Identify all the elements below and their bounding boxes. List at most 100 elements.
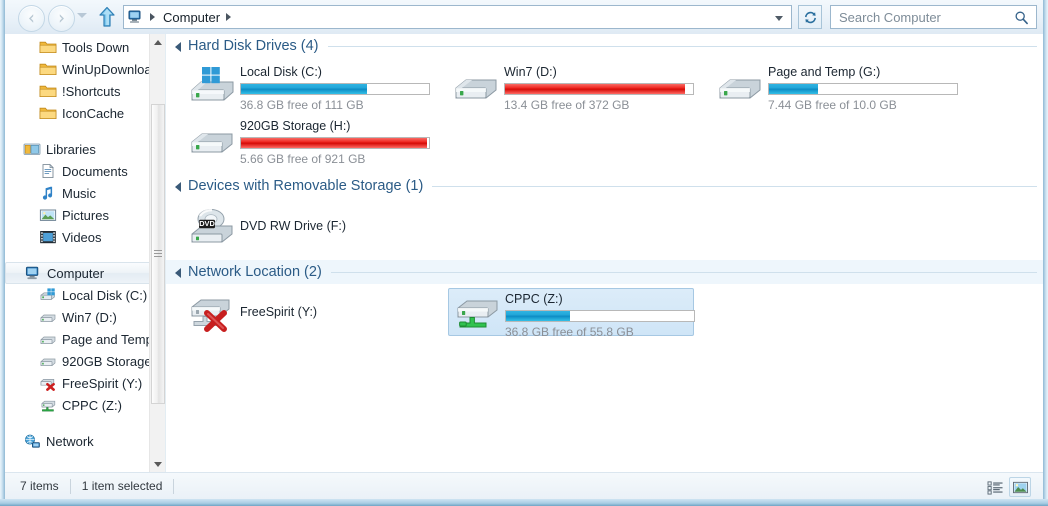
address-bar[interactable]: Computer <box>123 5 792 29</box>
network-drive-icon <box>41 400 56 412</box>
scroll-down-icon <box>154 461 162 467</box>
details-view-button[interactable] <box>984 477 1006 497</box>
sidebar-item-network[interactable]: Network <box>5 430 165 452</box>
sidebar-item-label: Libraries <box>46 141 96 157</box>
group-title: Hard Disk Drives (4) <box>188 38 319 54</box>
search-input[interactable]: Search Computer <box>831 10 1014 25</box>
sidebar-item-920gb-storage-h[interactable]: 920GB Storage (H <box>5 350 165 372</box>
breadcrumb-computer[interactable]: Computer <box>161 9 222 26</box>
up-one-level-button[interactable] <box>97 6 117 28</box>
pictures-icon <box>39 209 57 221</box>
drive-tile[interactable]: DVD DVD RW Drive (F:) <box>184 202 430 250</box>
sidebar-item-documents[interactable]: Documents <box>5 160 165 182</box>
network-drive-icon <box>457 300 498 328</box>
breadcrumb-separator-trailing[interactable] <box>226 13 232 21</box>
folder-icon <box>39 41 57 53</box>
drive-name: CPPC (Z:) <box>505 292 563 306</box>
refresh-button[interactable] <box>798 5 822 29</box>
status-divider-1 <box>69 478 71 494</box>
drive-tile[interactable]: Local Disk (C:) 36.8 GB free of 111 GB <box>184 62 430 112</box>
group-rule <box>330 271 1037 273</box>
collapse-triangle-icon[interactable] <box>175 42 181 52</box>
large-icons-view-button[interactable] <box>1009 477 1031 497</box>
drive-groups: Hard Disk Drives (4) Local Disk (C:) 36.8… <box>166 34 1043 346</box>
sidebar-item-computer[interactable]: Computer <box>5 262 159 284</box>
sidebar-item-label: Computer <box>47 265 105 281</box>
sidebar-item-winupdownload[interactable]: WinUpDownload <box>5 58 165 80</box>
disconnected-network-drive-icon <box>191 299 230 332</box>
drive-info: Page and Temp (G:) 7.44 GB free of 10.0 G… <box>768 62 958 112</box>
collapse-triangle-icon[interactable] <box>175 182 181 192</box>
sidebar-item-label: IconCache <box>62 105 125 121</box>
drive-icon-wrap <box>188 290 236 334</box>
drive-name: Page and Temp (G:) <box>768 65 881 79</box>
sidebar-item-label: Local Disk (C:) <box>62 287 148 303</box>
scroll-up-icon <box>154 39 162 45</box>
drive-tile[interactable]: Win7 (D:) 13.4 GB free of 372 GB <box>448 62 694 112</box>
scroll-down-button[interactable] <box>150 456 165 472</box>
drive-tile[interactable]: CPPC (Z:) 36.8 GB free of 55.8 GB <box>448 288 695 339</box>
scrollbar-grip-icon <box>154 249 162 259</box>
sidebar-item-shortcuts[interactable]: !Shortcuts <box>5 80 165 102</box>
sidebar-item-cppc-z[interactable]: CPPC (Z:) <box>5 394 165 416</box>
group-title: Devices with Removable Storage (1) <box>188 178 424 194</box>
sidebar-item-pictures[interactable]: Pictures <box>5 204 165 226</box>
file-list-pane[interactable]: Hard Disk Drives (4) Local Disk (C:) 36.8… <box>165 34 1043 472</box>
drive-name: DVD RW Drive (F:) <box>240 219 347 233</box>
sidebar-item-iconcache[interactable]: IconCache <box>5 102 165 124</box>
capacity-bar <box>505 310 695 322</box>
history-dropdown-icon[interactable] <box>77 13 87 18</box>
sidebar-item-freespirit-y[interactable]: FreeSpirit (Y:) <box>5 372 165 394</box>
folder-icon <box>39 85 57 97</box>
sidebar-item-libraries[interactable]: Libraries <box>5 138 165 160</box>
drive-icon <box>719 79 761 99</box>
group-header-2[interactable]: Network Location (2) <box>166 260 1043 284</box>
drive-icon-wrap <box>188 118 236 162</box>
collapse-triangle-icon[interactable] <box>175 268 181 278</box>
scroll-up-button[interactable] <box>150 34 165 50</box>
capacity-bar-fill <box>506 311 570 321</box>
scrollbar-thumb[interactable] <box>151 104 165 404</box>
navigation-pane: Tools Down WinUpDownload !Shortcuts IconCac… <box>5 34 165 472</box>
group-title: Network Location (2) <box>188 264 322 280</box>
group-header-0[interactable]: Hard Disk Drives (4) <box>166 34 1043 58</box>
sidebar-item-label: Videos <box>62 229 102 245</box>
drive-tile[interactable]: FreeSpirit (Y:) <box>184 288 430 336</box>
sidebar-item-tools-down[interactable]: Tools Down <box>5 36 165 58</box>
group-header-1[interactable]: Devices with Removable Storage (1) <box>166 174 1043 198</box>
drive-info: DVD RW Drive (F:) <box>240 202 430 233</box>
status-divider-2 <box>173 478 175 494</box>
drive-info: FreeSpirit (Y:) <box>240 288 430 319</box>
sidebar-item-page-and-temp[interactable]: Page and Temp ( <box>5 328 165 350</box>
drive-icon-wrap <box>453 291 501 335</box>
sidebar-item-local-disk-c[interactable]: Local Disk (C:) <box>5 284 165 306</box>
forward-arrow-icon <box>59 14 64 23</box>
capacity-bar <box>240 83 430 95</box>
search-box[interactable]: Search Computer <box>830 5 1037 29</box>
music-icon <box>42 186 53 200</box>
back-button[interactable] <box>18 5 45 32</box>
sidebar-item-music[interactable]: Music <box>5 182 165 204</box>
sidebar-item-label: Network <box>46 433 94 449</box>
address-dropdown-icon[interactable] <box>775 16 783 21</box>
drive-tile[interactable]: 920GB Storage (H:) 5.66 GB free of 921 GB <box>184 116 430 166</box>
group-rule <box>327 45 1037 47</box>
network-icon <box>25 434 40 448</box>
drive-tile[interactable]: Page and Temp (G:) 7.44 GB free of 10.0 G… <box>712 62 958 112</box>
computer-icon <box>128 10 141 23</box>
videos-icon <box>40 231 56 244</box>
capacity-bar <box>240 137 430 149</box>
sidebar-item-videos[interactable]: Videos <box>5 226 165 248</box>
status-item-count: 7 items <box>20 479 59 493</box>
search-icon[interactable] <box>1014 10 1029 25</box>
group-items-0: Local Disk (C:) 36.8 GB free of 111 GB Wi… <box>166 58 1043 174</box>
sidebar-item-win7-d[interactable]: Win7 (D:) <box>5 306 165 328</box>
forward-button[interactable] <box>48 5 75 32</box>
drive-info: CPPC (Z:) 36.8 GB free of 55.8 GB <box>505 289 695 339</box>
group-items-2: FreeSpirit (Y:) CPPC (Z:) 36.8 GB free of… <box>166 284 1043 346</box>
navigation-scrollbar[interactable] <box>149 34 165 472</box>
drive-name: FreeSpirit (Y:) <box>240 305 318 319</box>
